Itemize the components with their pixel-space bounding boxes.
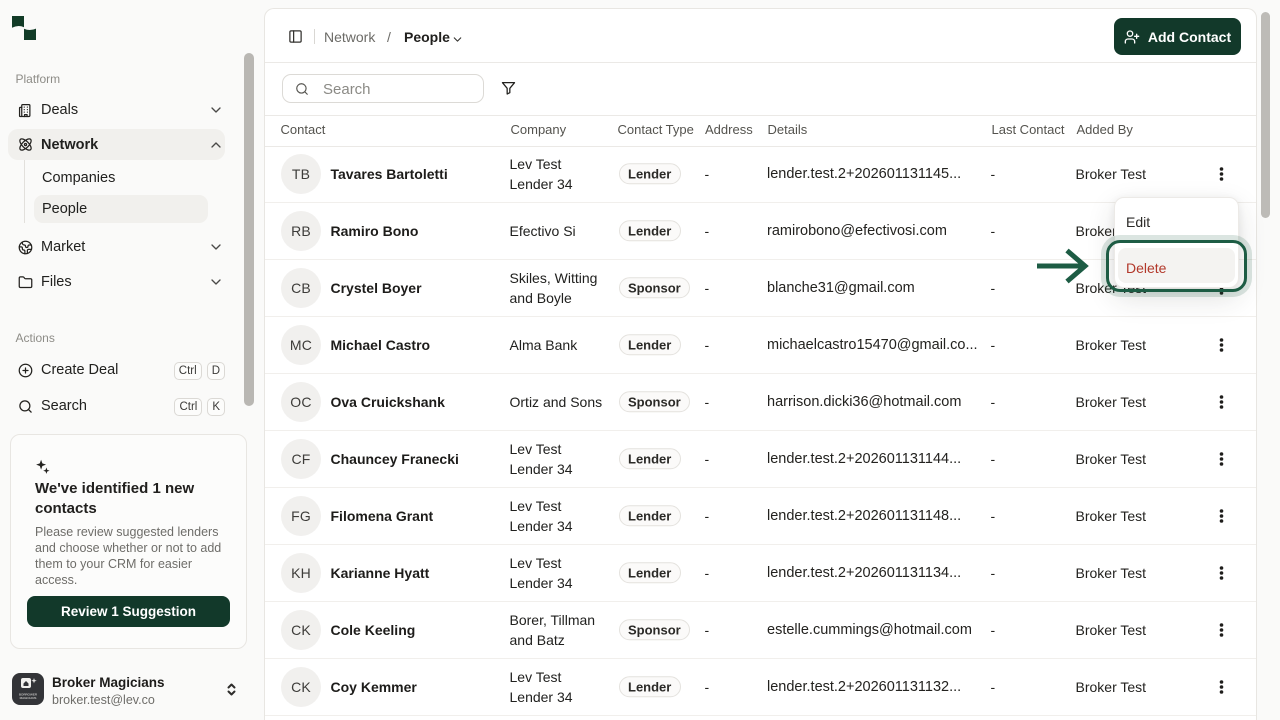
svg-text:MAGICIANS: MAGICIANS — [20, 696, 37, 700]
